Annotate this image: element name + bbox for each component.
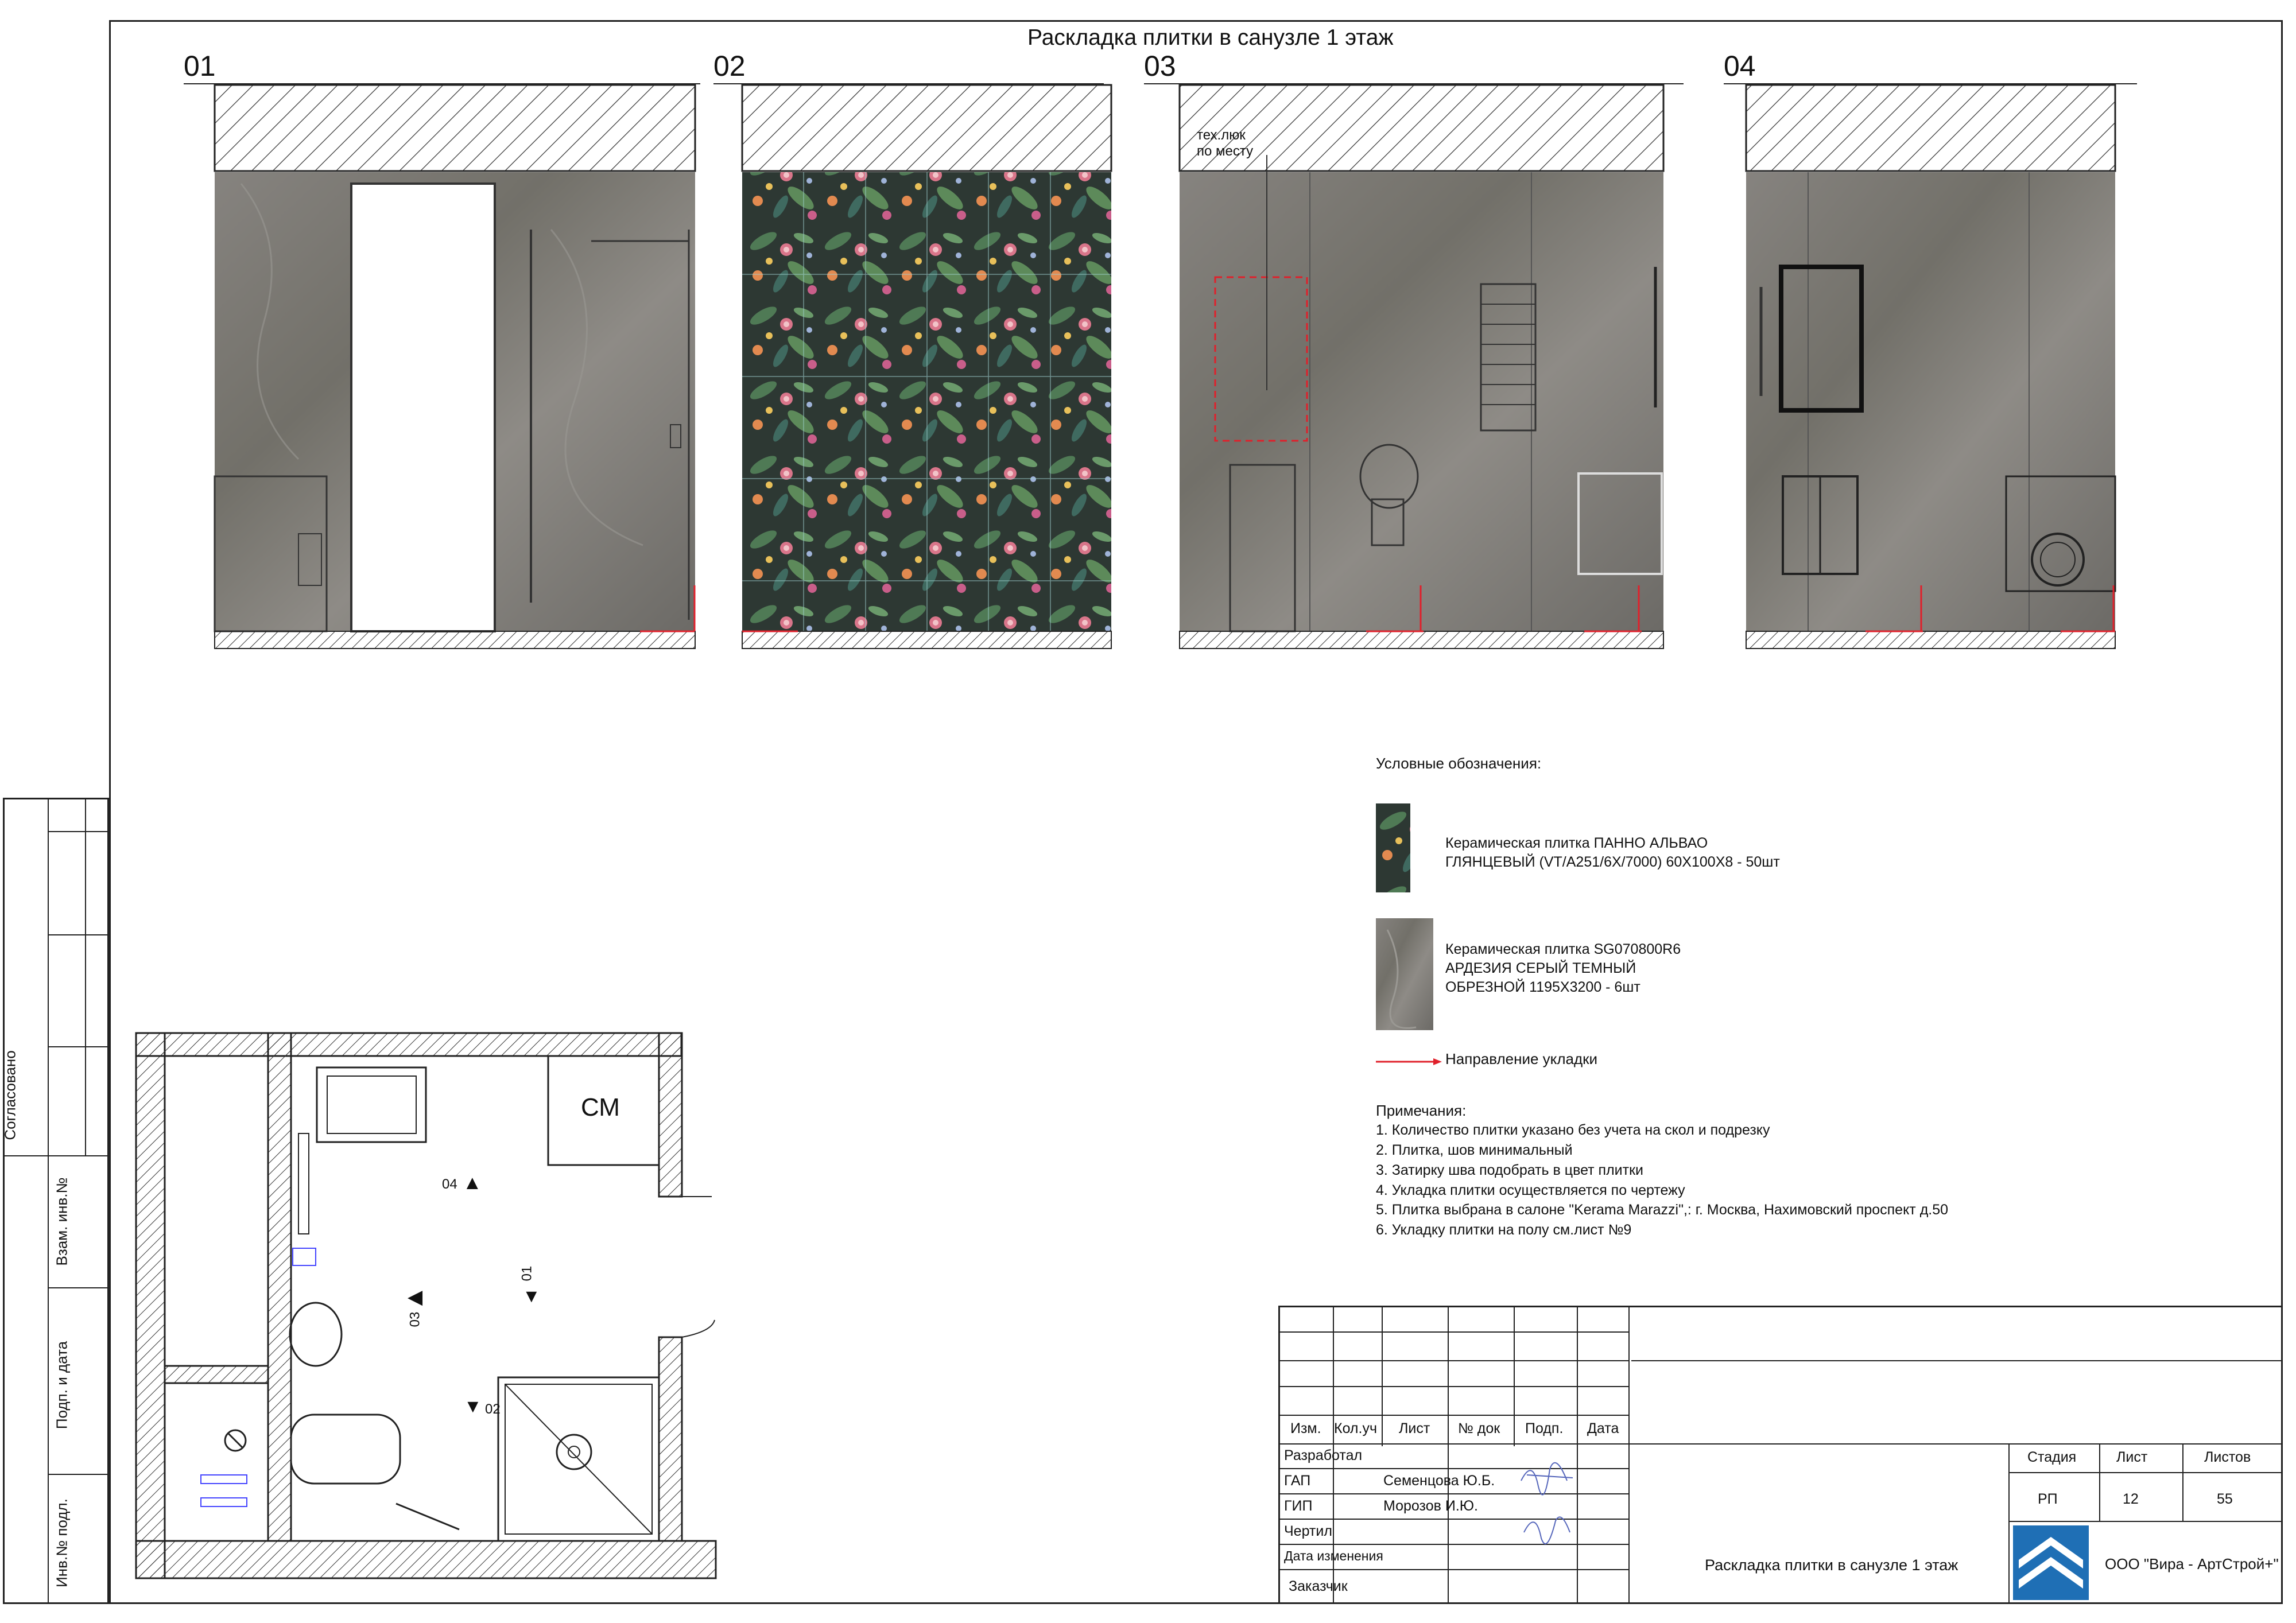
title-block-grid bbox=[1278, 1306, 2283, 1604]
plan-marker-04-arrow: ▲ bbox=[463, 1172, 482, 1194]
plan-marker-03-num: 03 bbox=[407, 1311, 423, 1327]
legend-item2-line2: АРДЕЗИЯ СЕРЫЙ ТЕМНЫЙ bbox=[1445, 960, 1636, 976]
note-2: 2. Плитка, шов минимальный bbox=[1376, 1142, 1573, 1158]
legend-heading: Условные обозначения: bbox=[1376, 755, 1542, 772]
washer-label: СМ bbox=[581, 1093, 620, 1121]
tb-role-customer: Заказчик bbox=[1289, 1578, 1348, 1594]
plan-marker-03-arrow: ◀ bbox=[408, 1286, 423, 1308]
tb-sheets-label: Листов bbox=[2204, 1449, 2251, 1465]
legend-swatch-floral bbox=[1376, 803, 1410, 892]
note-6: 6. Укладку плитки на полу см.лист №9 bbox=[1376, 1222, 1632, 1238]
note-1: 1. Количество плитки указано без учета н… bbox=[1376, 1122, 1770, 1138]
signatures bbox=[1521, 1462, 1573, 1544]
tb-company: ООО "Вира - АртСтрой+" bbox=[2105, 1555, 2279, 1572]
tb-name-gap: Семенцова Ю.Б. bbox=[1383, 1473, 1495, 1489]
tb-role-developer: Разработал bbox=[1284, 1447, 1363, 1463]
legend-item3: Направление укладки bbox=[1445, 1050, 1598, 1067]
legend-item2-line3: ОБРЕЗНОЙ 1195Х3200 - 6шт bbox=[1445, 979, 1640, 995]
legend-item1-line1: Керамическая плитка ПАННО АЛЬВАО bbox=[1445, 835, 1708, 851]
plan-marker-04-num: 04 bbox=[442, 1177, 457, 1192]
tb-role-drafter: Чертил bbox=[1284, 1523, 1332, 1539]
tb-drawing-title: Раскладка плитки в санузле 1 этаж bbox=[1705, 1556, 1958, 1574]
note-5: 5. Плитка выбрана в салоне "Kerama Maraz… bbox=[1376, 1202, 1949, 1218]
legend-swatch-marble bbox=[1376, 918, 1433, 1030]
tb-col-sign: Подп. bbox=[1525, 1420, 1564, 1436]
tb-role-gip: ГИП bbox=[1284, 1498, 1313, 1514]
tb-col-list: Лист bbox=[1399, 1420, 1430, 1436]
tb-sheet-label: Лист bbox=[2116, 1449, 2148, 1465]
tb-col-izm: Изм. bbox=[1290, 1420, 1321, 1436]
legend-item2-line1: Керамическая плитка SG070800R6 bbox=[1445, 941, 1681, 957]
tb-role-gap: ГАП bbox=[1284, 1473, 1311, 1489]
tb-sheet: 12 bbox=[2123, 1491, 2139, 1507]
tb-name-gip: Морозов И.Ю. bbox=[1383, 1498, 1478, 1514]
tb-sheets: 55 bbox=[2217, 1491, 2233, 1507]
tb-col-doc: № док bbox=[1458, 1420, 1500, 1436]
plan-marker-01-num: 01 bbox=[519, 1265, 535, 1282]
note-4: 4. Укладка плитки осуществляется по черт… bbox=[1376, 1182, 1685, 1198]
tb-stage-label: Стадия bbox=[2027, 1449, 2077, 1465]
legend-item1-line2: ГЛЯНЦЕВЫЙ (VT/A251/6X/7000) 60Х100Х8 - 5… bbox=[1445, 854, 1780, 870]
tb-col-date: Дата bbox=[1587, 1420, 1619, 1436]
plan-marker-02-num: 02 bbox=[485, 1401, 501, 1417]
company-logo bbox=[2013, 1525, 2089, 1600]
notes-heading: Примечания: bbox=[1376, 1102, 1467, 1119]
tb-stage: РП bbox=[2038, 1491, 2058, 1507]
tb-role-change-date: Дата изменения bbox=[1284, 1548, 1383, 1563]
plan-marker-02-arrow: ▼ bbox=[464, 1396, 482, 1416]
note-3: 3. Затирку шва подобрать в цвет плитки bbox=[1376, 1162, 1643, 1178]
tb-col-kol: Кол.уч bbox=[1334, 1420, 1377, 1436]
plan-marker-01-arrow: ▼ bbox=[522, 1286, 541, 1306]
legend-direction-arrow-icon bbox=[1376, 1058, 1442, 1065]
